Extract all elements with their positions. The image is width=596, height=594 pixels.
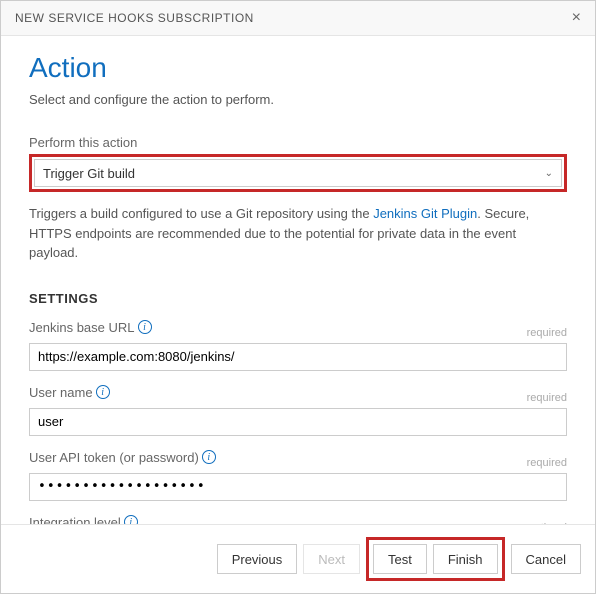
token-hint: required xyxy=(527,457,567,469)
desc-part1: Triggers a build configured to use a Git… xyxy=(29,206,373,221)
action-label: Perform this action xyxy=(29,135,567,150)
settings-header: SETTINGS xyxy=(29,291,567,306)
finish-button[interactable]: Finish xyxy=(433,544,498,574)
baseurl-hint: required xyxy=(527,327,567,339)
info-icon[interactable]: i xyxy=(202,450,216,464)
action-select-highlight: Trigger Git build ⌄ xyxy=(29,154,567,192)
dialog-content: Action Select and configure the action t… xyxy=(1,36,595,580)
dialog-footer: Previous Next Test Finish Cancel xyxy=(1,524,595,593)
close-icon[interactable]: × xyxy=(572,9,581,27)
action-description: Triggers a build configured to use a Git… xyxy=(29,204,567,263)
test-button[interactable]: Test xyxy=(373,544,427,574)
action-select[interactable]: Trigger Git build ⌄ xyxy=(34,159,562,187)
page-subtitle: Select and configure the action to perfo… xyxy=(29,92,567,107)
token-input[interactable] xyxy=(29,473,567,501)
action-select-value: Trigger Git build xyxy=(43,166,135,181)
username-label: User name i xyxy=(29,385,110,400)
jenkins-plugin-link[interactable]: Jenkins Git Plugin xyxy=(373,206,477,221)
baseurl-input[interactable] xyxy=(29,343,567,371)
info-icon[interactable]: i xyxy=(138,320,152,334)
cancel-button[interactable]: Cancel xyxy=(511,544,581,574)
dialog-header: NEW SERVICE HOOKS SUBSCRIPTION × xyxy=(1,1,595,36)
next-button: Next xyxy=(303,544,360,574)
action-buttons-highlight: Test Finish xyxy=(366,537,505,581)
username-input[interactable] xyxy=(29,408,567,436)
username-hint: required xyxy=(527,392,567,404)
info-icon[interactable]: i xyxy=(96,385,110,399)
dialog-title: NEW SERVICE HOOKS SUBSCRIPTION xyxy=(15,11,254,25)
previous-button[interactable]: Previous xyxy=(217,544,298,574)
chevron-down-icon: ⌄ xyxy=(545,168,553,179)
page-title: Action xyxy=(29,52,567,84)
baseurl-label: Jenkins base URL i xyxy=(29,320,152,335)
token-label: User API token (or password) i xyxy=(29,450,216,465)
